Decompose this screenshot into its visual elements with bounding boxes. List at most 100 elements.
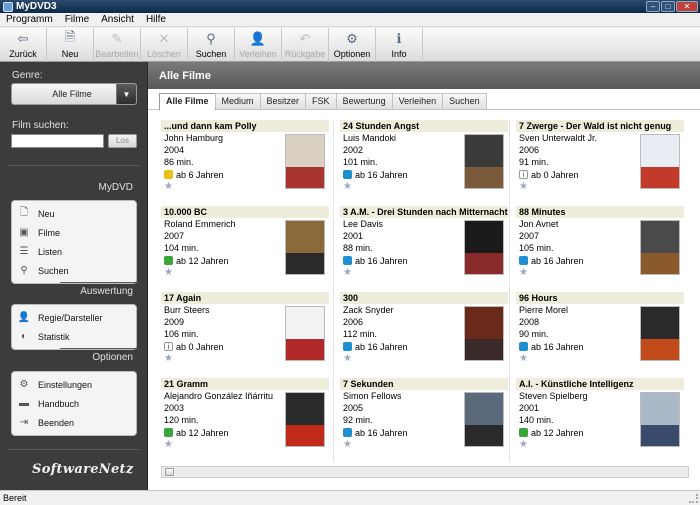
cover-art [465,135,503,167]
movie-card[interactable]: 300 Zack Snyder 2006 112 min. ab 16 Jahren ★ [340,292,508,373]
scroll-thumb[interactable] [165,468,174,476]
age-rating-text: ab 6 Jahren [176,169,224,180]
movie-card[interactable]: 10.000 BC Roland Emmerich 2007 104 min. ab 1… [161,206,329,287]
cover-art [641,338,679,360]
menu-hilfe[interactable]: Hilfe [140,14,172,25]
movie-cover-image[interactable] [285,134,325,189]
chart-icon: ◐ [20,331,28,342]
movie-card[interactable]: A.I. - Künstliche Intelligenz Steven Spie… [516,378,684,459]
age-rating-text: ab 16 Jahren [355,427,408,438]
tab-bewertung[interactable]: Bewertung [335,93,393,109]
tab-alle-filme[interactable]: Alle Filme [159,93,216,110]
sidebar-item-listen[interactable]: ☰ Listen [12,242,136,261]
chevron-down-icon[interactable]: ▼ [116,84,136,104]
fsk-badge-icon [343,256,352,265]
sidebar-group-auswertung: 👤 Regie/Darsteller ◐ Statistik [11,304,137,350]
movie-card[interactable]: 3 A.M. - Drei Stunden nach Mitternacht Le… [340,206,508,287]
resize-grip-icon[interactable] [689,494,698,503]
toolbar-label: Rückgabe [284,49,326,59]
movie-card[interactable]: ...und dann kam Polly John Hamburg 2004 86 … [161,120,329,201]
sidebar-item-suchen[interactable]: ⚲ Suchen [12,261,136,280]
sidebar-item-filme[interactable]: ▣ Filme [12,223,136,242]
movie-cover-image[interactable] [640,220,680,275]
movie-cover-image[interactable] [464,220,504,275]
sidebar-item-einstellungen[interactable]: ⚙ Einstellungen [12,375,136,394]
movie-card[interactable]: 24 Stunden Angst Luis Mandoki 2002 101 min.… [340,120,508,201]
back-arrow-icon: ⇦ [17,31,29,46]
movie-cover-image[interactable] [640,392,680,447]
delete-icon: ✕ [158,31,170,46]
sidebar-item-neu[interactable]: 🗋 Neu [12,204,136,223]
film-search-input[interactable] [11,134,104,148]
movie-title: 300 [340,292,508,304]
status-text: Bereit [3,493,27,503]
sidebar-item-beenden[interactable]: ⇥ Beenden [12,413,136,432]
cover-art [465,338,503,360]
toolbar-label: Info [391,49,407,59]
zurück-button[interactable]: ⇦ Zurück [0,28,47,62]
section-title-mydvd: MyDVD [98,182,133,193]
sidebar-item-statistik[interactable]: ◐ Statistik [12,327,136,346]
löschen-button[interactable]: ✕ Löschen [141,28,188,62]
suchen-button[interactable]: ⚲ Suchen [188,28,235,62]
age-rating-text: ab 16 Jahren [355,341,408,352]
app-icon [3,1,13,12]
sidebar-item-regie-darsteller[interactable]: 👤 Regie/Darsteller [12,308,136,327]
optionen-button[interactable]: ⚙ Optionen [329,28,376,62]
horizontal-scrollbar[interactable] [161,466,689,478]
movie-cover-image[interactable] [464,306,504,361]
verleihen-button[interactable]: 👤 Verleihen [235,28,282,62]
info-button[interactable]: ℹ Info [376,28,423,62]
sidebar-group-optionen: ⚙ Einstellungen ▬ Handbuch ⇥ Beenden [11,371,137,436]
movie-cover-image[interactable] [285,306,325,361]
movie-card[interactable]: 7 Zwerge - Der Wald ist nicht genug Sven … [516,120,684,201]
movie-cover-image[interactable] [640,134,680,189]
minimize-button[interactable]: – [646,1,660,12]
movie-cover-image[interactable] [640,306,680,361]
tab-suchen[interactable]: Suchen [442,93,487,109]
age-rating-text: ab 12 Jahren [176,255,229,266]
title-bar: MyDVD3 – □ ✕ [0,0,700,13]
cover-art [286,307,324,339]
new-icon: 🗋 [19,207,29,218]
tab-verleihen[interactable]: Verleihen [391,93,444,109]
tab-besitzer[interactable]: Besitzer [259,93,307,109]
return-icon: ↶ [299,31,311,46]
bearbeiten-button[interactable]: ✎ Bearbeiten [94,28,141,62]
movie-cover-image[interactable] [464,392,504,447]
movie-cover-image[interactable] [285,392,325,447]
movie-card[interactable]: 88 Minutes Jon Avnet 2007 105 min. ab 16 Jah… [516,206,684,287]
fsk-badge-icon [343,428,352,437]
divider [60,348,139,349]
movie-title: 7 Zwerge - Der Wald ist nicht genug [516,120,684,132]
movie-card[interactable]: 7 Sekunden Simon Fellows 2005 92 min. ab 16 … [340,378,508,459]
movie-card[interactable]: 96 Hours Pierre Morel 2008 90 min. ab 16 Jah… [516,292,684,373]
tab-fsk[interactable]: FSK [305,93,337,109]
movie-cover-image[interactable] [285,220,325,275]
genre-select[interactable]: Alle Filme ▼ [11,83,137,105]
cover-art [286,338,324,360]
exit-icon: ⇥ [19,417,29,428]
search-go-button[interactable]: Los [108,134,137,148]
menu-programm[interactable]: Programm [0,14,59,25]
options-gear-icon: ⚙ [346,31,358,46]
close-button[interactable]: ✕ [676,1,698,12]
sidebar-item-label: Statistik [38,331,70,342]
tab-medium[interactable]: Medium [214,93,261,109]
rückgabe-button[interactable]: ↶ Rückgabe [282,28,329,62]
menu-ansicht[interactable]: Ansicht [95,14,140,25]
genre-select-value: Alle Filme [52,89,92,99]
fsk-badge-icon [164,428,173,437]
movie-card[interactable]: 21 Gramm Alejandro González Iñárritu 2003 1… [161,378,329,459]
film-icon: ▣ [19,227,29,238]
fsk-badge-icon: i [164,342,173,351]
menu-filme[interactable]: Filme [59,14,95,25]
maximize-button[interactable]: □ [661,1,675,12]
toolbar-label: Löschen [146,49,182,59]
sidebar-item-handbuch[interactable]: ▬ Handbuch [12,394,136,413]
movie-cover-image[interactable] [464,134,504,189]
neu-button[interactable]: 🗎 Neu [47,28,94,62]
sidebar-item-label: Einstellungen [38,379,93,390]
movie-card[interactable]: 17 Again Burr Steers 2009 106 min. i ab 0 Jah… [161,292,329,373]
book-icon: ▬ [19,398,29,409]
